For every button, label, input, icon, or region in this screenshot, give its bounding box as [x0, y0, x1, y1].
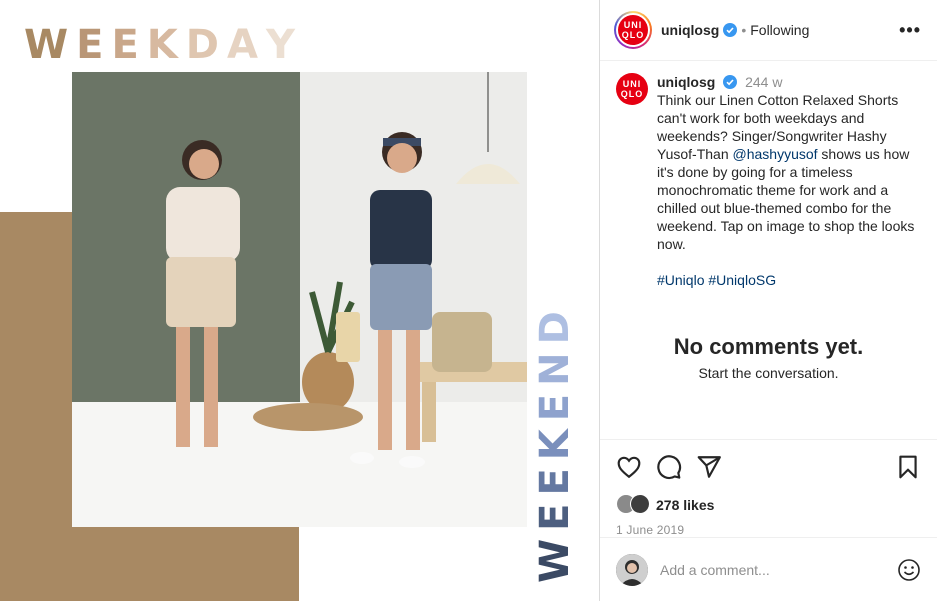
- comment-input[interactable]: [660, 561, 880, 578]
- likes-count[interactable]: 278 likes: [656, 497, 714, 513]
- weekend-letter: E: [532, 495, 578, 531]
- weekend-letter: E: [532, 385, 578, 422]
- weekend-title: WEEKEND: [532, 303, 578, 583]
- weekend-letter: E: [532, 460, 578, 496]
- smiley-icon[interactable]: [897, 558, 921, 582]
- weekday-letter: A: [226, 22, 266, 68]
- mention-link[interactable]: @hashyyusof: [733, 146, 818, 162]
- weekend-letter: K: [532, 421, 578, 461]
- separator-dot: •: [741, 22, 747, 38]
- post-header: UNI QLO uniqlosg • Following •••: [600, 0, 937, 61]
- avatar-inner: UNI QLO: [616, 13, 650, 47]
- empty-subtitle: Start the conversation.: [698, 365, 839, 381]
- caption-row: UNI QLO uniqlosg 244 w Think our Linen C…: [616, 73, 921, 289]
- weekday-letter: Y: [265, 22, 303, 68]
- bookmark-icon[interactable]: [895, 454, 921, 480]
- weekend-letter: D: [532, 303, 578, 345]
- verified-badge-icon: [723, 23, 738, 37]
- logo-line: QLO: [620, 89, 644, 99]
- weekend-letter: N: [532, 344, 578, 386]
- empty-title: No comments yet.: [673, 334, 864, 359]
- paper-plane-icon[interactable]: [696, 454, 722, 480]
- weekday-letter: E: [76, 22, 112, 68]
- comment-bubble-icon[interactable]: [656, 454, 682, 480]
- user-silhouette-icon: [616, 553, 648, 586]
- caption-area: UNI QLO uniqlosg 244 w Think our Linen C…: [600, 61, 937, 439]
- action-bar: 278 likes 1 June 2019: [600, 439, 937, 537]
- liker-avatar: [630, 494, 650, 514]
- heart-icon[interactable]: [616, 454, 642, 480]
- weekend-letter: W: [532, 530, 578, 583]
- comment-bar: [600, 537, 937, 601]
- photo-scene: [166, 72, 527, 468]
- uniqlo-logo: UNI QLO: [618, 15, 648, 45]
- logo-line: UNI: [622, 79, 642, 89]
- caption-avatar[interactable]: UNI QLO: [616, 73, 648, 289]
- hashtag-link[interactable]: #UniqloSG: [708, 272, 776, 288]
- current-user-avatar: [616, 553, 648, 586]
- likes-row: 278 likes: [616, 494, 921, 516]
- uniqlo-logo: UNI QLO: [616, 73, 648, 105]
- following-button[interactable]: Following: [750, 22, 809, 38]
- post-age[interactable]: 244 w: [745, 74, 782, 90]
- liker-avatars: [616, 494, 652, 516]
- weekday-letter: W: [24, 22, 77, 68]
- weekday-letter: E: [111, 22, 147, 68]
- profile-avatar[interactable]: UNI QLO: [614, 11, 652, 49]
- caption-body: uniqlosg 244 w Think our Linen Cotton Re…: [657, 73, 919, 289]
- caption-username[interactable]: uniqlosg: [657, 74, 715, 90]
- weekday-letter: D: [185, 22, 227, 68]
- logo-line: QLO: [621, 30, 645, 40]
- post-sidebar: UNI QLO uniqlosg • Following ••• UNI QLO…: [599, 0, 937, 601]
- hashtag-list: #Uniqlo #UniqloSG: [657, 271, 919, 289]
- hashtag-link[interactable]: #Uniqlo: [657, 272, 704, 288]
- weekday-title: WEEKDAY: [24, 22, 303, 68]
- header-username[interactable]: uniqlosg: [661, 22, 719, 38]
- logo-line: UNI: [623, 20, 643, 30]
- weekday-letter: K: [146, 22, 186, 68]
- more-options-icon[interactable]: •••: [899, 21, 921, 39]
- caption-text: Think our Linen Cotton Relaxed Shorts ca…: [657, 91, 919, 253]
- no-comments-state: No comments yet. Start the conversation.: [600, 333, 937, 381]
- verified-badge-icon: [723, 75, 738, 89]
- post-image[interactable]: WEEKDAY WEEKEND: [0, 0, 600, 601]
- post-date[interactable]: 1 June 2019: [616, 523, 921, 537]
- fashion-photo: [72, 72, 527, 527]
- action-row: [616, 452, 921, 482]
